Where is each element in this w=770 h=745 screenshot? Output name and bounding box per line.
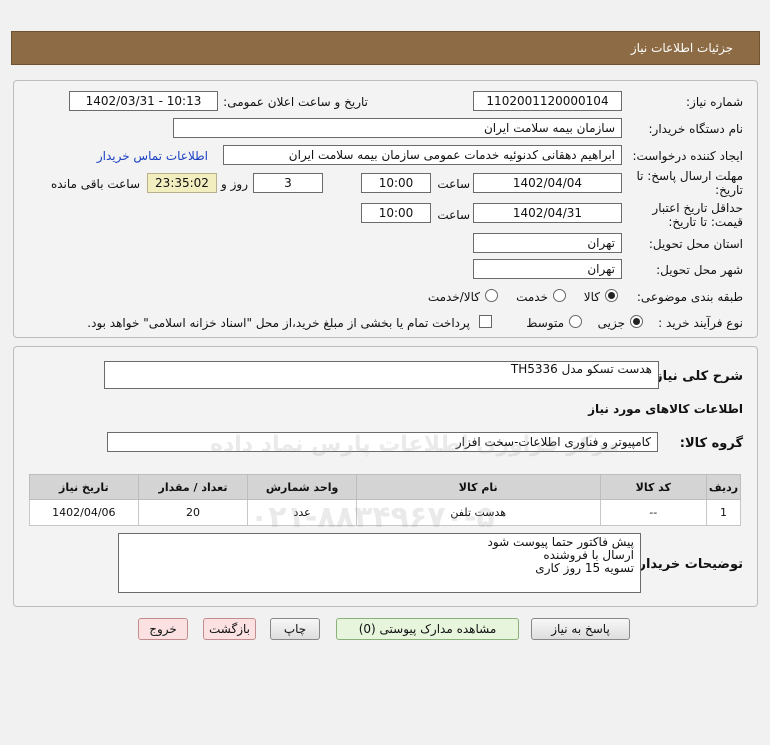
validity-time-label: ساعت <box>437 208 470 222</box>
treasury-payment-checkbox[interactable] <box>479 315 492 328</box>
buyer-notes-field: پیش فاکتور حتما پیوست شود ارسال با فروشن… <box>118 533 641 593</box>
announce-field: 1402/03/31 - 10:13 <box>69 91 218 111</box>
payment-note: پرداخت تمام یا بخشی از مبلغ خرید،از محل … <box>87 316 470 330</box>
category-radio-goods[interactable] <box>605 289 618 302</box>
goods-group-field: کامپیوتر و فناوری اطلاعات-سخت افزار <box>107 432 658 452</box>
buyer-org-field: سازمان بیمه سلامت ایران <box>173 118 622 138</box>
validity-label: حداقل تاریخ اعتبار <box>652 201 743 215</box>
cell-need-date: 1402/04/06 <box>29 499 139 526</box>
validity-time-field: 10:00 <box>361 203 431 223</box>
validity-label-2: قیمت: تا تاریخ: <box>668 215 743 229</box>
print-button[interactable]: چاپ <box>270 618 320 640</box>
remaining-label: ساعت باقی مانده <box>50 177 140 191</box>
col-goods-name: نام کالا <box>355 474 601 500</box>
col-quantity: تعداد / مقدار <box>137 474 249 500</box>
exit-button[interactable]: خروج <box>138 618 188 640</box>
process-option-medium: متوسط <box>526 316 564 330</box>
remaining-time-field: 23:35:02 <box>147 173 217 193</box>
category-radio-service[interactable] <box>553 289 566 302</box>
col-need-date: تاریخ نیاز <box>29 474 139 500</box>
category-option-service: خدمت <box>516 290 548 304</box>
deadline-label-2: تاریخ: <box>715 183 743 197</box>
deadline-time-label: ساعت <box>437 177 470 191</box>
cell-row-number: 1 <box>706 499 741 526</box>
city-label: شهر محل تحویل: <box>656 263 743 277</box>
back-button[interactable]: بازگشت <box>203 618 256 640</box>
creator-field: ابراهیم دهقانی کدنوئیه خدمات عمومی سازما… <box>223 145 622 165</box>
buyer-notes-label: توضیحات خریدار: <box>633 557 743 572</box>
goods-info-title: اطلاعات کالاهای مورد نیاز <box>588 402 743 416</box>
cell-goods-name: هدست تلفن <box>355 499 601 526</box>
days-field: 3 <box>253 173 323 193</box>
city-field: تهران <box>473 259 622 279</box>
reply-button[interactable]: پاسخ به نیاز <box>531 618 630 640</box>
process-radio-minor[interactable] <box>630 315 643 328</box>
process-label: نوع فرآیند خرید : <box>658 316 743 330</box>
need-number-label: شماره نیاز: <box>686 95 743 109</box>
category-radio-goods-service[interactable] <box>485 289 498 302</box>
creator-label: ایجاد کننده درخواست: <box>632 149 743 163</box>
description-label: شرح کلی نیاز: <box>649 369 743 384</box>
description-field: هدست تسکو مدل TH5336 <box>104 361 659 389</box>
need-number-field: 1102001120000104 <box>473 91 622 111</box>
deadline-time-field: 10:00 <box>361 173 431 193</box>
deadline-date-field: 1402/04/04 <box>473 173 622 193</box>
col-goods-code: کد کالا <box>599 474 708 500</box>
province-label: استان محل تحویل: <box>648 237 743 251</box>
cell-goods-code: -- <box>599 499 708 526</box>
process-option-minor: جزیی <box>597 316 625 330</box>
items-table: ردیف کد کالا نام کالا واحد شمارش تعداد /… <box>29 474 741 526</box>
page-title-bar: جزئیات اطلاعات نیاز <box>11 31 760 65</box>
category-label: طبقه بندی موضوعی: <box>636 290 743 304</box>
announce-label: تاریخ و ساعت اعلان عمومی: <box>223 95 368 109</box>
buyer-org-label: نام دستگاه خریدار: <box>648 122 744 136</box>
cell-unit: عدد <box>247 499 357 526</box>
page-title: جزئیات اطلاعات نیاز <box>630 41 733 55</box>
col-unit: واحد شمارش <box>247 474 357 500</box>
category-option-goods-service: کالا/خدمت <box>427 290 480 304</box>
category-option-goods: کالا <box>583 290 600 304</box>
buyer-note-line: تسویه 15 روز کاری <box>535 561 634 575</box>
table-header-row: ردیف کد کالا نام کالا واحد شمارش تعداد /… <box>29 474 741 500</box>
goods-group-label: گروه کالا: <box>679 436 743 451</box>
table-row: 1 -- هدست تلفن عدد 20 1402/04/06 <box>29 499 741 526</box>
col-row-number: ردیف <box>706 474 741 500</box>
attachments-button[interactable]: مشاهده مدارک پیوستی (0) <box>336 618 519 640</box>
cell-quantity: 20 <box>137 499 249 526</box>
validity-date-field: 1402/04/31 <box>473 203 622 223</box>
contact-buyer-link[interactable]: اطلاعات تماس خریدار <box>97 149 208 163</box>
province-field: تهران <box>473 233 622 253</box>
days-label: روز و <box>221 177 248 191</box>
process-radio-medium[interactable] <box>569 315 582 328</box>
deadline-label: مهلت ارسال پاسخ: تا <box>636 169 743 183</box>
